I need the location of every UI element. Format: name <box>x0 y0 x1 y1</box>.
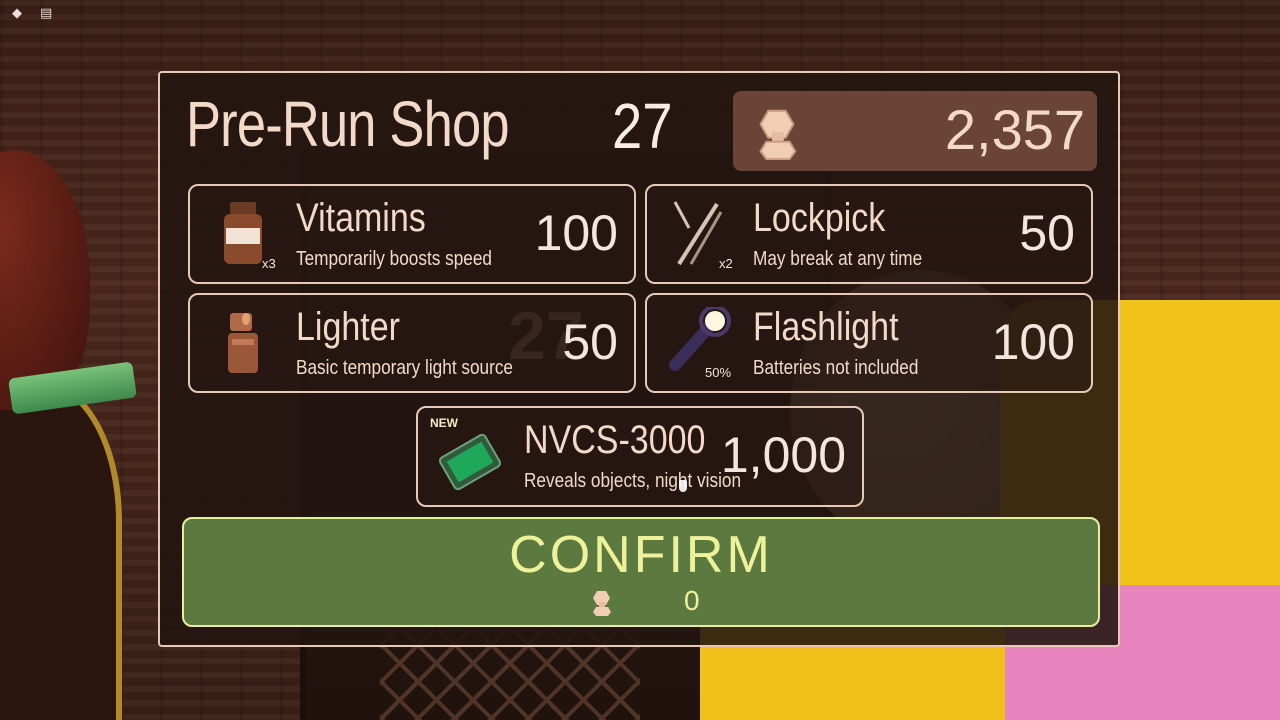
total-cost: 0 <box>684 585 700 616</box>
item-price: 100 <box>534 205 618 261</box>
item-price: 50 <box>562 314 618 370</box>
night-vision-card-icon <box>438 433 502 491</box>
item-name: Lockpick <box>753 196 886 240</box>
item-name: Flashlight <box>753 305 899 349</box>
battery-percent: 50% <box>705 365 732 380</box>
item-description: Temporarily boosts speed <box>296 248 492 270</box>
item-name: Vitamins <box>296 196 426 240</box>
item-description: Basic temporary light source <box>296 357 514 379</box>
corner-toolbar: ◆ ▤ <box>12 6 56 22</box>
item-description: Reveals objects, night vision <box>524 470 742 492</box>
confirm-label: CONFIRM <box>509 526 773 584</box>
item-description: Batteries not included <box>753 357 919 379</box>
confirm-button[interactable]: CONFIRM 0 <box>182 517 1100 627</box>
chat-icon[interactable]: ▤ <box>40 6 56 22</box>
item-price: 50 <box>1019 205 1075 261</box>
item-quantity: x2 <box>719 256 733 271</box>
item-description: May break at any time <box>753 248 923 270</box>
shop-item-lockpick[interactable]: x2 Lockpick May break at any time 50 <box>645 184 1093 284</box>
item-name: Lighter <box>296 305 400 349</box>
shop-item-lighter[interactable]: Lighter Basic temporary light source 50 <box>188 293 636 393</box>
shop-item-vitamins[interactable]: x3 Vitamins Temporarily boosts speed 100 <box>188 184 636 284</box>
shop-item-flashlight[interactable]: 50% Flashlight Batteries not included 10… <box>645 293 1093 393</box>
item-price: 1,000 <box>720 427 846 483</box>
item-name: NVCS-3000 <box>524 418 706 462</box>
item-quantity: x3 <box>262 256 276 271</box>
balance-amount: 2,357 <box>944 98 1085 161</box>
mouse-cursor <box>679 480 687 492</box>
roblox-menu-icon[interactable]: ◆ <box>12 6 28 22</box>
shop-title: Pre-Run Shop <box>186 88 510 160</box>
knobs-balance: 2,357 <box>733 91 1097 171</box>
lighter-icon <box>228 313 258 373</box>
item-price: 100 <box>991 314 1075 370</box>
npc-character-body <box>0 380 122 720</box>
shop-item-nvcs-3000[interactable]: NEW NVCS-3000 Reveals objects, night vis… <box>416 406 864 507</box>
knob-currency-icon <box>593 591 611 616</box>
countdown-timer: 27 <box>612 90 673 162</box>
pre-run-shop-panel: Pre-Run Shop 27 2,357 27 x3 Vitamins Tem… <box>158 71 1120 647</box>
knob-currency-icon <box>759 109 797 161</box>
